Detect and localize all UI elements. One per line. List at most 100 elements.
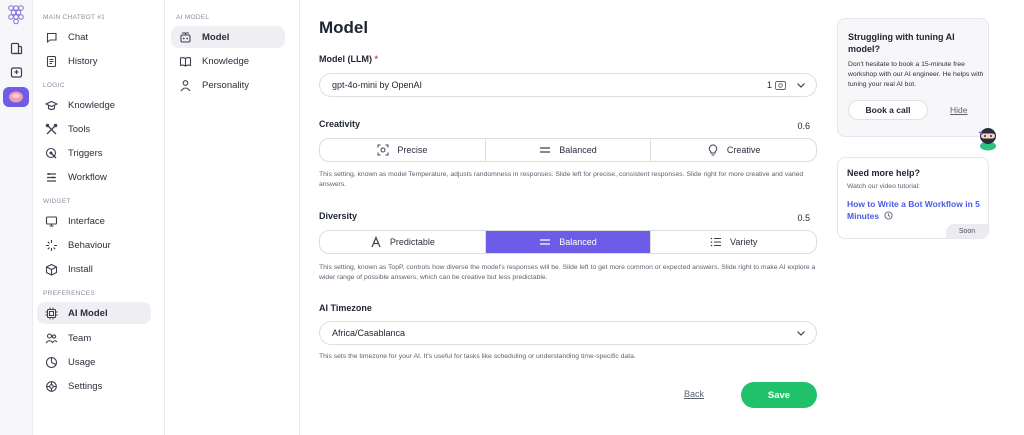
creativity-help: This setting, known as model Temperature… <box>319 171 804 188</box>
sidebar-item-behaviour[interactable]: Behaviour <box>37 234 151 256</box>
llm-label: Model (LLM) * <box>319 54 378 64</box>
chat-bubble-icon <box>44 30 58 44</box>
diversity-option-predictable[interactable]: Predictable <box>320 231 486 253</box>
timezone-select[interactable]: Africa/Casablanca <box>319 321 817 345</box>
save-button[interactable]: Save <box>741 382 817 408</box>
card-subtitle: Watch our video tutorial: <box>847 183 921 190</box>
option-label: Creative <box>726 145 761 155</box>
monitor-icon <box>44 214 58 228</box>
book-call-button[interactable]: Book a call <box>848 100 928 120</box>
sidebar-item-ai-model[interactable]: AI Model <box>37 302 151 324</box>
chatbot-title: MAIN CHATBOT #1 <box>43 14 106 21</box>
creativity-option-precise[interactable]: Precise <box>320 139 486 161</box>
sidebar-item-label: Behaviour <box>68 239 111 251</box>
sidebar-item-label: History <box>68 55 98 67</box>
clock-icon <box>883 211 893 223</box>
diversity-segmented: Predictable Balanced Variety <box>319 230 817 254</box>
book-icon[interactable] <box>8 40 24 56</box>
sidebar-item-label: Workflow <box>68 171 107 183</box>
option-label: Balanced <box>559 145 597 155</box>
tutorial-link[interactable]: How to Write a Bot Workflow in 5 Minutes <box>847 198 982 223</box>
sidebar-item-knowledge[interactable]: Knowledge <box>37 94 151 116</box>
subnav-item-knowledge[interactable]: Knowledge <box>171 50 285 72</box>
trigger-icon <box>44 146 58 160</box>
robot-icon <box>178 30 192 44</box>
creativity-option-balanced[interactable]: Balanced <box>486 139 652 161</box>
chevron-down-icon <box>796 81 806 89</box>
lightbulb-icon <box>707 144 719 156</box>
sidebar-item-tools[interactable]: Tools <box>37 118 151 140</box>
target-icon <box>377 144 389 156</box>
grape-logo-icon[interactable] <box>7 4 25 26</box>
page-title: Model <box>319 18 369 37</box>
sidebar-item-label: Knowledge <box>68 99 116 111</box>
diversity-label: Diversity <box>319 211 358 221</box>
llm-select[interactable]: gpt-4o-mini by OpenAI 1 <box>319 73 817 97</box>
sidebar-item-history[interactable]: History <box>37 50 151 72</box>
hide-link[interactable]: Hide <box>950 105 967 115</box>
chevron-down-icon <box>796 329 806 337</box>
timezone-label: AI Timezone <box>319 303 372 313</box>
llm-label-text: Model (LLM) <box>319 54 372 64</box>
sidebar-item-label: Install <box>68 263 93 275</box>
subnav-item-personality[interactable]: Personality <box>171 74 285 96</box>
llm-select-value: gpt-4o-mini by OpenAI <box>332 80 423 90</box>
credits-indicator: 1 <box>767 80 786 90</box>
sidebar-item-label: Chat <box>68 31 89 43</box>
chip-icon <box>44 306 58 320</box>
sidebar-item-interface[interactable]: Interface <box>37 210 151 232</box>
graduation-cap-icon <box>44 98 58 112</box>
back-link[interactable]: Back <box>684 389 704 399</box>
sidebar-item-triggers[interactable]: Triggers <box>37 142 151 164</box>
pie-icon <box>44 355 58 369</box>
icon-rail <box>0 0 33 435</box>
card-title: Need more help? <box>847 168 921 178</box>
workflow-icon <box>44 170 58 184</box>
sidebar-item-label: Triggers <box>68 147 103 159</box>
sidebar-item-label: Tools <box>68 123 91 135</box>
card-title: Struggling with tuning AI model? <box>848 32 955 54</box>
equals-icon <box>539 144 551 156</box>
diversity-help: This setting, known as TopP, controls ho… <box>319 264 816 281</box>
letter-a-icon <box>370 236 382 248</box>
option-label: Predictable <box>389 237 435 247</box>
tools-icon <box>44 122 58 136</box>
option-label: Precise <box>397 145 428 155</box>
inbox-icon[interactable] <box>8 64 24 80</box>
sidebar-item-team[interactable]: Team <box>37 327 151 349</box>
soon-badge: Soon <box>946 224 988 238</box>
main-sidebar: MAIN CHATBOT #1 Chat History LOGIC Knowl… <box>33 0 165 435</box>
creativity-value: 0.6 <box>797 121 810 131</box>
document-icon <box>44 54 58 68</box>
diversity-option-balanced[interactable]: Balanced <box>485 231 652 253</box>
subnav-item-label: Personality <box>202 79 249 91</box>
subnav-item-model[interactable]: Model <box>171 26 285 48</box>
sidebar-item-chat[interactable]: Chat <box>37 26 151 48</box>
diversity-option-variety[interactable]: Variety <box>651 231 816 253</box>
subnav-item-label: Knowledge <box>202 55 250 67</box>
sidebar-item-label: Usage <box>68 356 96 368</box>
ninja-mascot-icon <box>975 125 1001 151</box>
credits-count: 1 <box>766 80 772 90</box>
subnav-item-label: Model <box>202 31 230 43</box>
ai-model-subnav: AI MODEL Model Knowledge Personality <box>165 0 300 435</box>
subnav-title: AI MODEL <box>176 14 210 21</box>
open-book-icon <box>178 54 192 68</box>
list-icon <box>710 236 722 248</box>
creativity-option-creative[interactable]: Creative <box>651 139 816 161</box>
team-icon <box>44 331 58 345</box>
required-mark: * <box>374 54 379 64</box>
timezone-help: This sets the timezone for your AI. It's… <box>319 353 636 360</box>
option-label: Balanced <box>559 237 597 247</box>
widget-title: WIDGET <box>43 198 71 205</box>
equals-icon <box>539 236 551 248</box>
sidebar-item-label: AI Model <box>68 307 108 319</box>
sidebar-item-install[interactable]: Install <box>37 258 151 280</box>
tutorial-card: Need more help? Watch our video tutorial… <box>837 157 989 239</box>
sidebar-item-label: Settings <box>68 380 103 392</box>
sidebar-item-settings[interactable]: Settings <box>37 375 151 397</box>
tuning-help-card: Struggling with tuning AI model? Don't h… <box>837 18 989 137</box>
sidebar-item-workflow[interactable]: Workflow <box>37 166 151 188</box>
avatar-icon[interactable] <box>3 87 29 107</box>
sidebar-item-usage[interactable]: Usage <box>37 351 151 373</box>
